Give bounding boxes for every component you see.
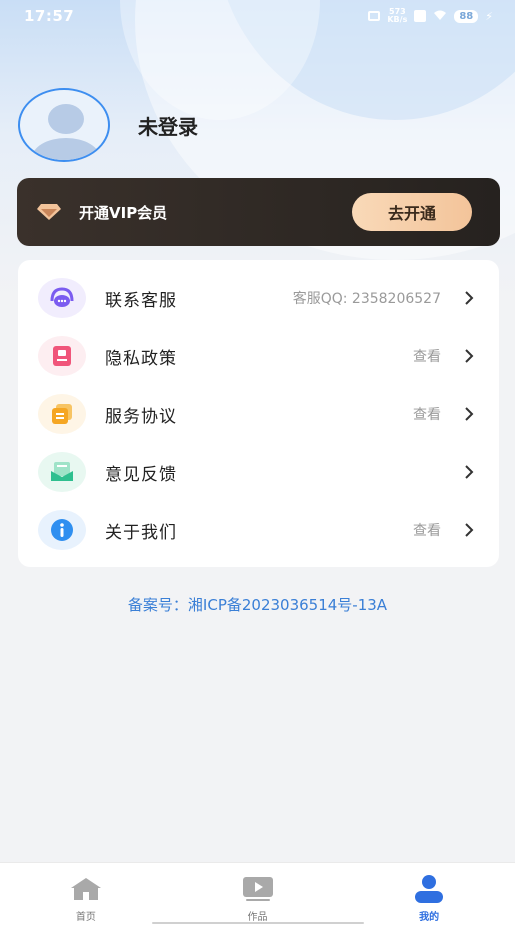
diamond-icon	[37, 203, 61, 221]
menu-value: 查看	[413, 523, 441, 539]
menu-label: 联系客服	[105, 290, 177, 311]
avatar-body	[32, 138, 100, 160]
bottom-nav: 首页 作品 我的	[0, 862, 515, 927]
status-bar: 17:57 573 KB/s 88 ⚡	[0, 0, 515, 32]
menu-label: 意见反馈	[105, 464, 177, 485]
feedback-icon	[38, 452, 86, 492]
menu-item-privacy-policy[interactable]: 隐私政策 查看	[18, 327, 499, 385]
activate-vip-button[interactable]: 去开通	[352, 193, 472, 231]
chevron-right-icon	[465, 349, 474, 363]
menu-value: 查看	[413, 407, 441, 423]
tab-mine[interactable]: 我的	[343, 863, 515, 927]
netspeed-icon: 573 KB/s	[387, 8, 407, 24]
menu-card: 联系客服 客服QQ: 2358206527 隐私政策 查看 服务协议 查看 意见…	[18, 260, 499, 567]
notification-box-icon	[414, 10, 427, 22]
works-icon	[241, 875, 275, 903]
info-icon	[38, 510, 86, 550]
nav-label: 作品	[247, 912, 268, 923]
icp-record-link[interactable]: 备案号：湘ICP备2023036514号-13A	[0, 594, 515, 615]
menu-label: 隐私政策	[105, 348, 177, 369]
charging-icon: ⚡	[485, 9, 493, 23]
menu-item-about-us[interactable]: 关于我们 查看	[18, 501, 499, 559]
avatar-head	[48, 104, 84, 134]
status-time: 17:57	[24, 7, 75, 25]
battery-icon: 88	[454, 9, 479, 23]
tab-home[interactable]: 首页	[0, 863, 172, 927]
menu-item-feedback[interactable]: 意见反馈	[18, 443, 499, 501]
nav-label: 首页	[75, 912, 96, 923]
menu-item-service-agreement[interactable]: 服务协议 查看	[18, 385, 499, 443]
agreement-icon	[38, 394, 86, 434]
login-status[interactable]: 未登录	[138, 111, 198, 140]
menu-value: 客服QQ: 2358206527	[292, 291, 441, 307]
menu-item-customer-service[interactable]: 联系客服 客服QQ: 2358206527	[18, 269, 499, 327]
net-speed-unit: KB/s	[387, 15, 408, 24]
menu-label: 关于我们	[105, 522, 177, 543]
chevron-right-icon	[465, 465, 474, 479]
customer-service-icon	[38, 278, 86, 318]
avatar[interactable]	[18, 88, 110, 162]
vip-banner[interactable]: 开通VIP会员 去开通	[17, 178, 500, 246]
home-indicator	[152, 922, 364, 924]
menu-label: 服务协议	[105, 406, 177, 427]
wifi-icon	[433, 9, 447, 24]
status-icons: 573 KB/s 88 ⚡	[368, 8, 493, 24]
vibrate-icon	[368, 11, 381, 21]
menu-value: 查看	[413, 349, 441, 365]
tab-works[interactable]: 作品	[172, 863, 344, 927]
home-icon	[69, 875, 103, 903]
nav-label: 我的	[419, 912, 440, 923]
chevron-right-icon	[465, 523, 474, 537]
vip-label: 开通VIP会员	[79, 203, 168, 222]
chevron-right-icon	[465, 407, 474, 421]
profile-icon	[412, 875, 446, 903]
chevron-right-icon	[465, 291, 474, 305]
privacy-icon	[38, 336, 86, 376]
